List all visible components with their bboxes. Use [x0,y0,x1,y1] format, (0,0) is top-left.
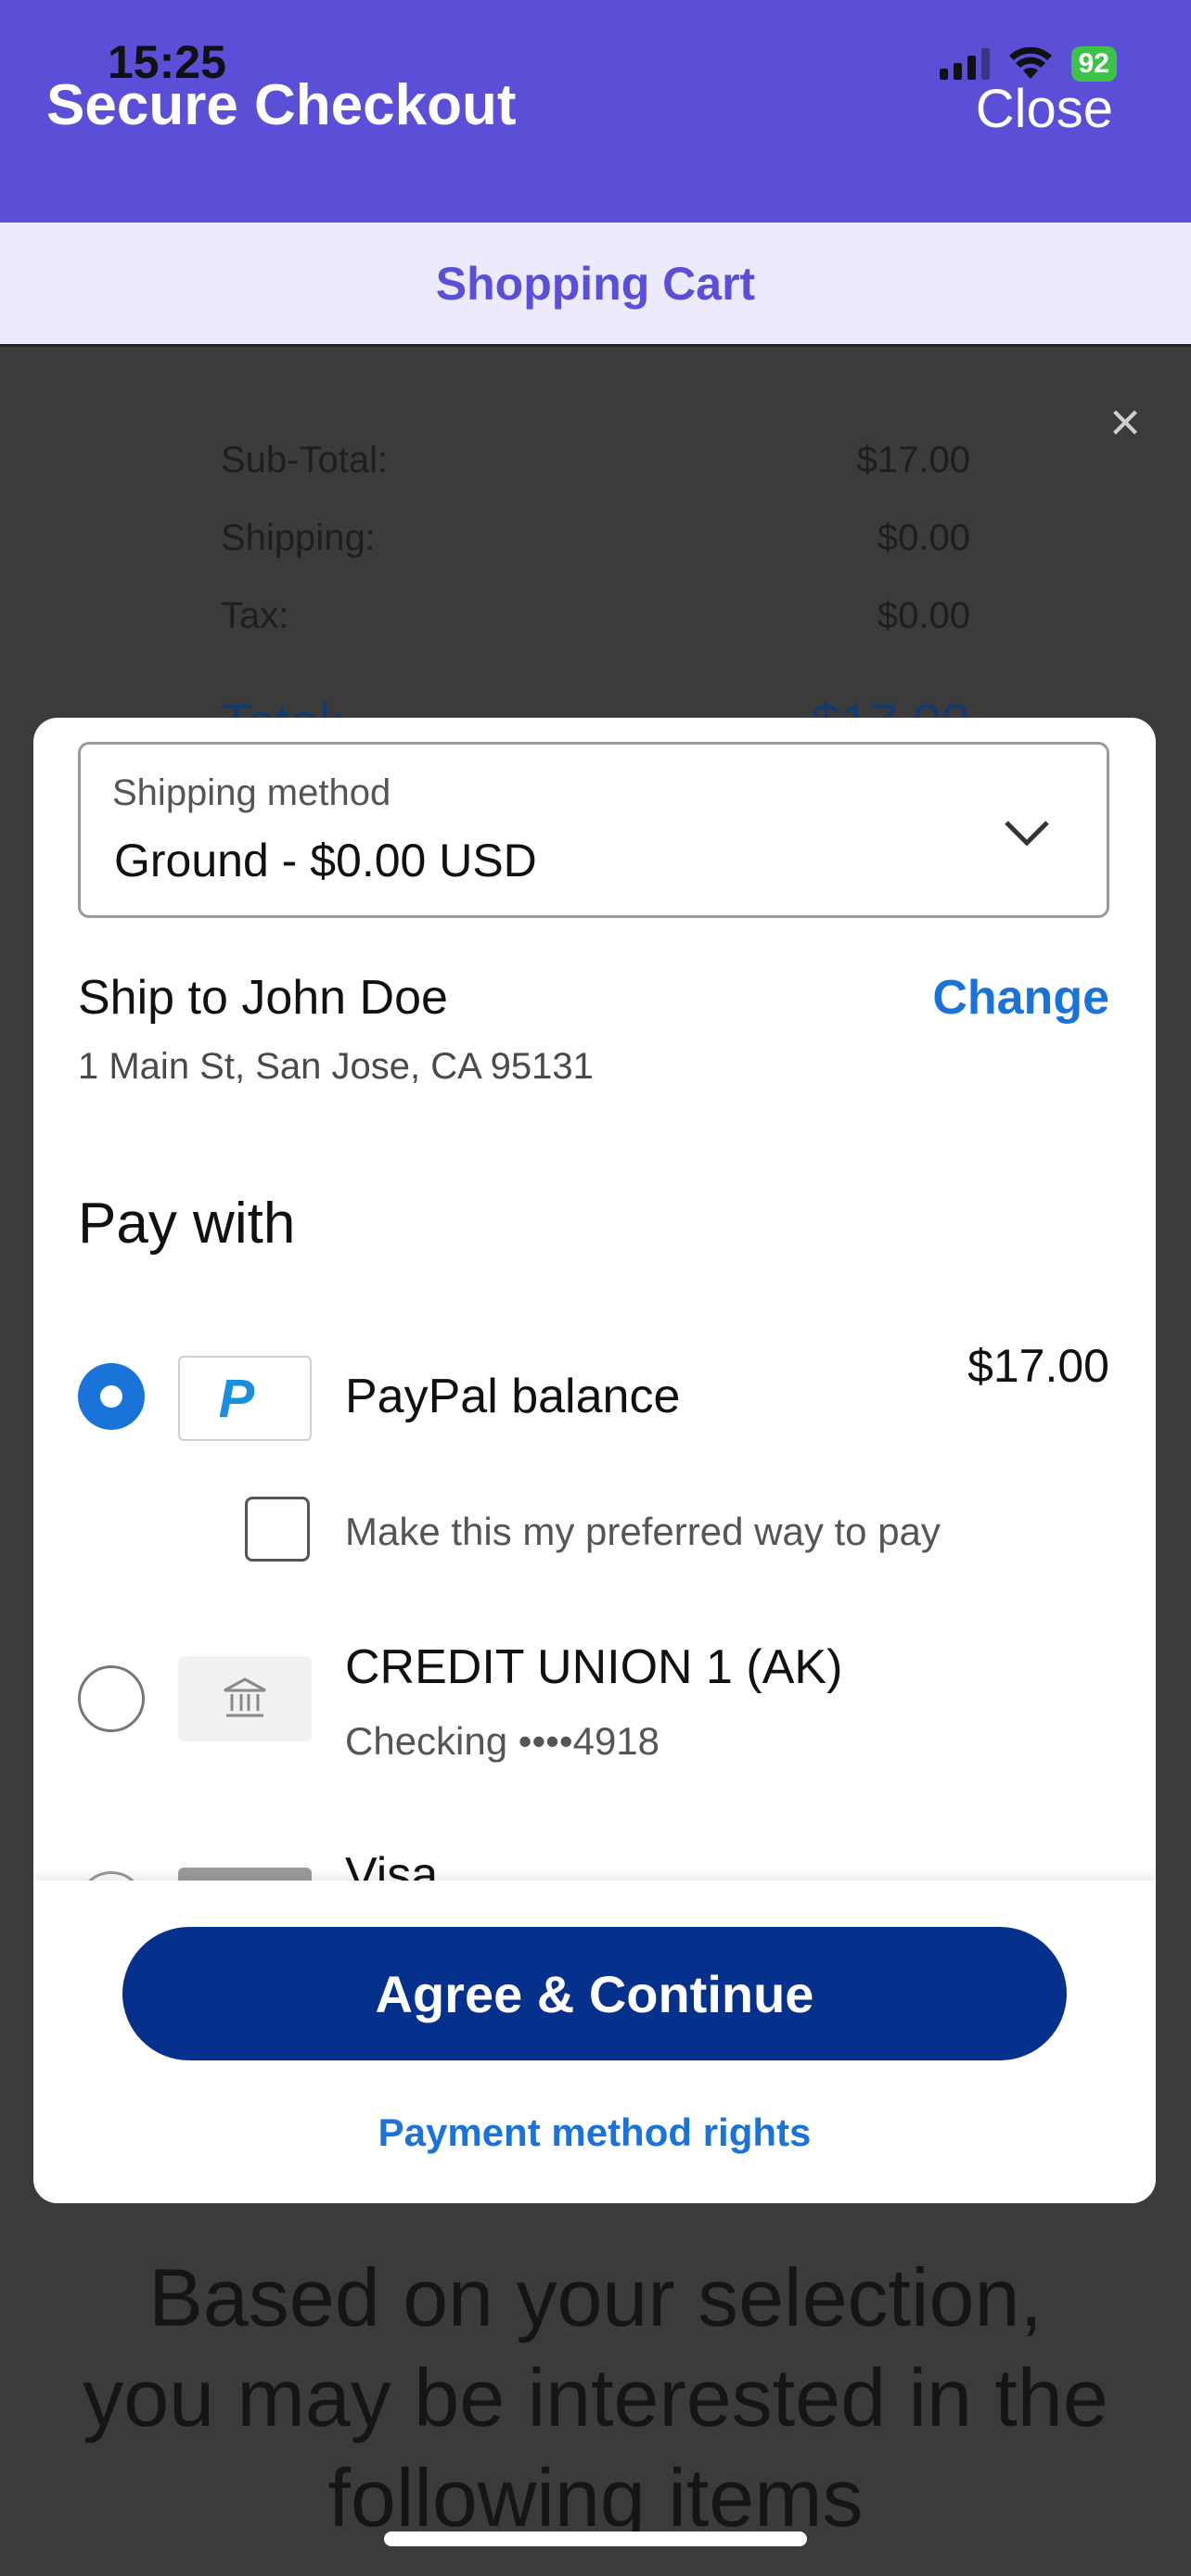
shopping-cart-tab[interactable]: Shopping Cart [0,223,1191,347]
summary-row-tax: Tax: $0.00 [221,595,970,637]
shipping-method-label: Shipping method [112,772,391,813]
paypal-logo-icon: P [178,1356,312,1441]
shipping-address: 1 Main St, San Jose, CA 95131 [78,1046,594,1087]
paypal-balance-radio[interactable] [78,1363,145,1430]
chevron-down-icon [1005,821,1049,847]
shopping-cart-label: Shopping Cart [435,257,756,310]
summary-label: Tax: [221,595,289,636]
paypal-balance-amount: $17.00 [967,1340,1109,1392]
ship-to-name: Ship to John Doe [78,971,448,1025]
cellular-signal-icon [939,48,990,80]
summary-value: $0.00 [877,517,970,558]
app-header: 15:25 92 Secure Checkout Close [0,0,1191,223]
close-icon[interactable]: × [1109,391,1141,453]
agree-continue-button[interactable]: Agree & Continue [122,1927,1067,2060]
credit-union-label[interactable]: CREDIT UNION 1 (AK) [345,1639,842,1695]
home-indicator [384,2531,807,2546]
shipping-method-value: Ground - $0.00 USD [114,835,537,886]
status-icons: 92 [939,46,1117,82]
credit-union-account: Checking ••••4918 [345,1719,660,1763]
credit-union-radio[interactable] [78,1665,145,1732]
payment-method-rights-link[interactable]: Payment method rights [33,2111,1156,2155]
summary-row-shipping: Shipping: $0.00 [221,517,970,559]
summary-value: $17.00 [856,440,970,480]
change-address-link[interactable]: Change [932,970,1109,1026]
action-panel: Agree & Continue Payment method rights [33,1881,1156,2203]
summary-label: Sub-Total: [221,440,389,480]
summary-row-subtotal: Sub-Total: $17.00 [221,440,970,481]
recommendation-heading: Based on your selection, you may be inte… [83,2251,1108,2544]
summary-value: $0.00 [877,595,970,636]
wifi-icon [1008,47,1052,79]
battery-icon: 92 [1070,46,1117,82]
pay-with-heading: Pay with [78,1192,296,1256]
payment-sheet: Shipping method Ground - $0.00 USD Ship … [33,718,1156,2203]
shipping-method-select[interactable]: Shipping method Ground - $0.00 USD [78,742,1109,918]
paypal-balance-label[interactable]: PayPal balance [345,1369,680,1424]
summary-label: Shipping: [221,517,376,558]
bank-icon [178,1656,312,1741]
preferred-payment-label: Make this my preferred way to pay [345,1510,941,1553]
page-title: Secure Checkout [46,73,517,137]
preferred-payment-checkbox[interactable] [245,1497,310,1562]
close-button[interactable]: Close [976,78,1113,140]
